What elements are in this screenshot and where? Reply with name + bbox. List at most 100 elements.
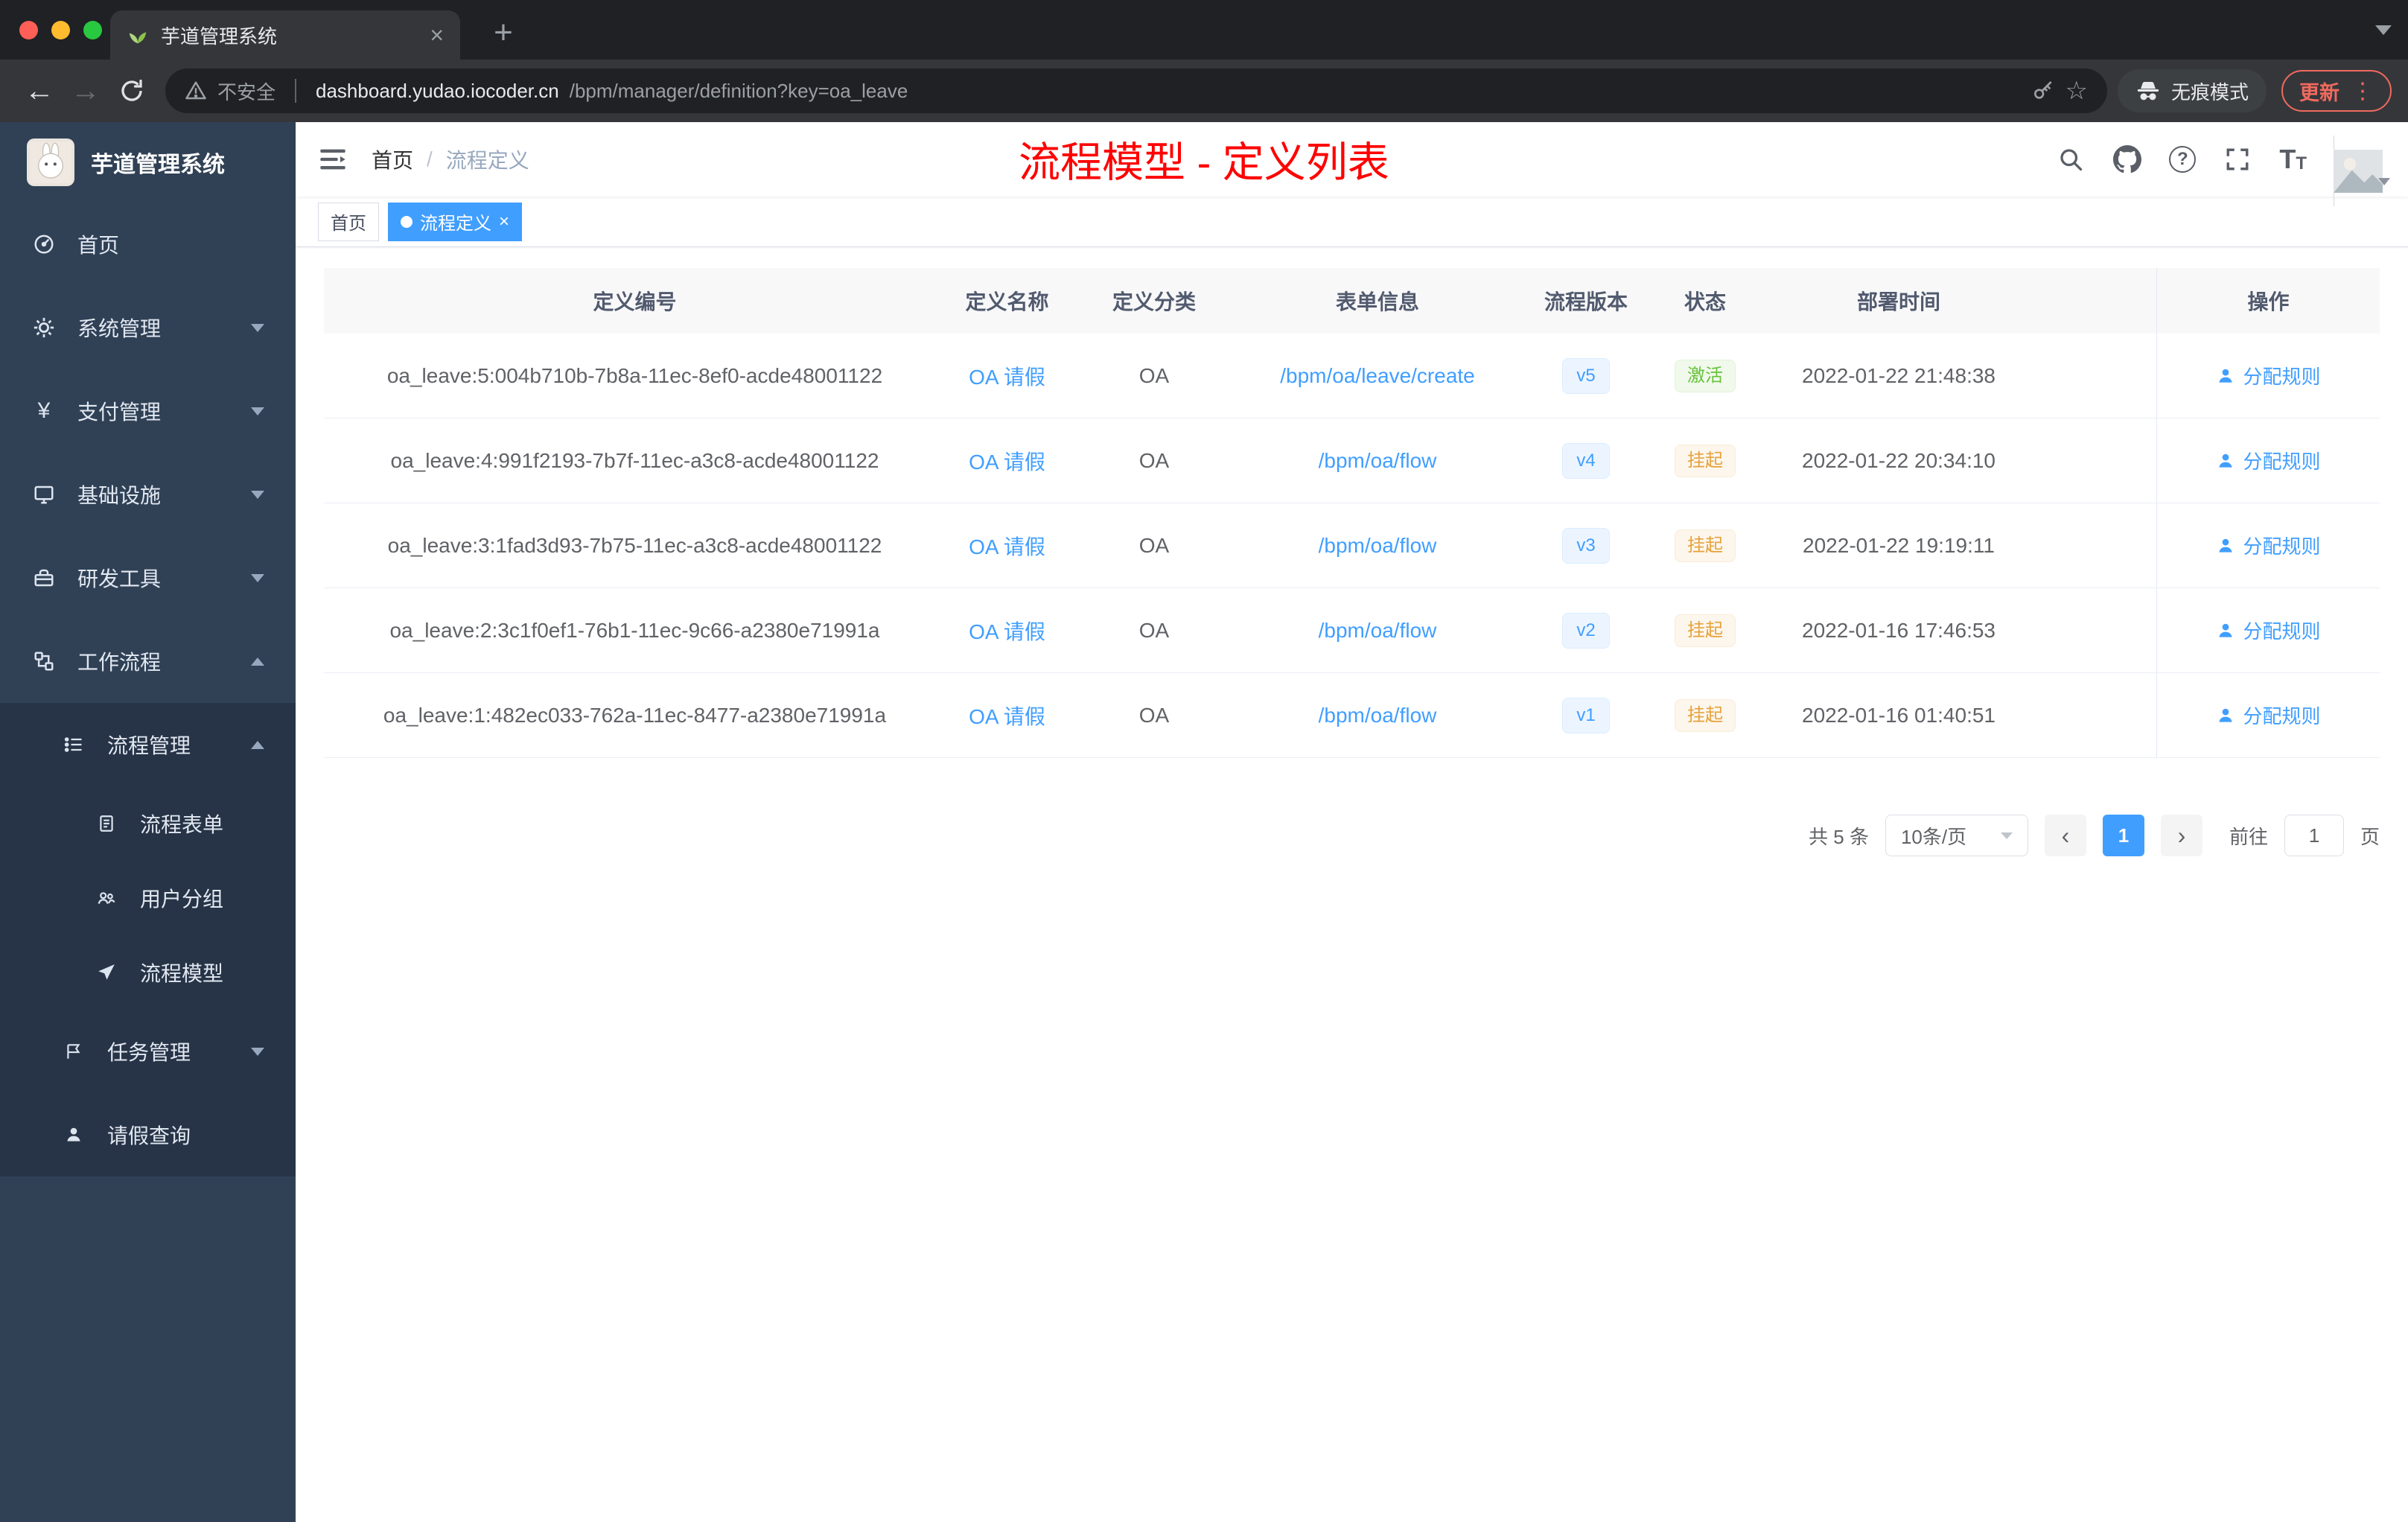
address-bar[interactable]: 不安全 dashboard.yudao.iocoder.cn /bpm/mana… [165,69,2107,113]
breadcrumb-home[interactable]: 首页 [372,144,413,174]
sidebar-item-task-management[interactable]: 任务管理 [0,1010,296,1093]
back-button[interactable]: ← [16,68,63,114]
sidebar-item-label: 研发工具 [77,567,162,590]
definition-name-link[interactable]: OA 请假 [969,361,1045,391]
reload-button[interactable] [109,68,155,114]
sidebar-item-label: 任务管理 [107,1041,191,1064]
browser-tab[interactable]: 芋道管理系统 × [110,10,460,60]
new-tab-button[interactable]: + [482,12,524,54]
sidebar-item-label: 流程模型 [140,962,224,985]
search-icon[interactable] [2056,144,2086,174]
workflow-submenu: 流程管理 流程表单 用户分组 流程模型 任务管理 请假查询 [0,703,296,1176]
form-link[interactable]: /bpm/oa/flow [1319,534,1437,558]
user-avatar [2334,136,2386,206]
fullscreen-icon[interactable] [2223,144,2252,174]
assign-rule-button[interactable]: 分配规则 [2216,362,2321,389]
sidebar-item-leave-query[interactable]: 请假查询 [0,1093,296,1176]
window-zoom-button[interactable] [83,21,102,39]
sidebar-item-process-form[interactable]: 流程表单 [0,786,296,861]
table-row: oa_leave:2:3c1f0ef1-76b1-11ec-9c66-a2380… [324,588,2380,673]
person-icon [61,1125,86,1144]
cell-definition-id: oa_leave:5:004b710b-7b8a-11ec-8ef0-acde4… [386,363,883,387]
window-close-button[interactable] [19,21,38,39]
table-row: oa_leave:3:1fad3d93-7b75-11ec-a3c8-acde4… [324,503,2380,588]
col-header-name: 定义名称 [965,290,1049,313]
security-label[interactable]: 不安全 [217,77,275,105]
update-chrome-button[interactable]: 更新 ⋮ [2281,70,2392,112]
form-link[interactable]: /bpm/oa/flow [1319,619,1437,643]
favicon-icon [127,24,149,46]
browser-tab-strip: 芋道管理系统 × + [0,0,2408,60]
definition-name-link[interactable]: OA 请假 [969,616,1045,646]
version-tag: v4 [1562,442,1610,479]
incognito-badge: 无痕模式 [2117,69,2267,112]
password-key-icon[interactable] [2031,79,2055,103]
assign-rule-button[interactable]: 分配规则 [2216,701,2321,729]
cell-category: OA [1138,363,1170,387]
page-unit-label: 页 [2360,825,2380,848]
definition-name-link[interactable]: OA 请假 [969,701,1045,730]
sidebar-item-devtools[interactable]: 研发工具 [0,536,296,620]
tag-home[interactable]: 首页 [318,202,379,241]
github-icon[interactable] [2112,144,2142,174]
help-icon[interactable]: ? [2169,146,2197,173]
sidebar-item-workflow[interactable]: 工作流程 [0,620,296,703]
sidebar-item-home[interactable]: 首页 [0,203,296,286]
sidebar-logo[interactable]: 芋道管理系统 [0,122,296,203]
next-page-button[interactable]: › [2160,815,2202,856]
goto-page-input[interactable] [2284,815,2344,856]
cell-category: OA [1138,448,1170,472]
user-menu[interactable] [2334,136,2390,206]
status-badge: 激活 [1675,359,1736,392]
tab-close-icon[interactable]: × [430,23,444,47]
assign-rule-button[interactable]: 分配规则 [2216,447,2321,474]
breadcrumb-current: 流程定义 [445,149,529,172]
list-icon [61,734,86,755]
cell-deploy-time: 2022-01-16 17:46:53 [1802,618,1995,642]
omnibox-divider [295,79,297,103]
definition-name-link[interactable]: OA 请假 [969,531,1045,561]
window-minimize-button[interactable] [51,21,70,39]
assign-rule-button[interactable]: 分配规则 [2216,532,2321,559]
cell-definition-id: oa_leave:4:991f2193-7b7f-11ec-a3c8-acde4… [390,448,879,472]
tab-search-chevron-icon[interactable] [2375,25,2392,35]
chevron-down-icon [2000,832,2013,839]
col-header-id: 定义编号 [593,290,677,313]
page-number-button[interactable]: 1 [2102,815,2144,856]
sidebar-item-process-model[interactable]: 流程模型 [0,935,296,1010]
font-size-icon[interactable]: TT [2279,146,2307,173]
sidebar-item-process-management[interactable]: 流程管理 [0,703,296,786]
definition-name-link[interactable]: OA 请假 [969,446,1045,476]
version-tag: v5 [1562,357,1610,394]
gear-icon [31,316,57,339]
tag-close-icon[interactable]: × [499,212,509,231]
table-row: oa_leave:5:004b710b-7b8a-11ec-8ef0-acde4… [324,334,2380,418]
browser-menu-icon[interactable]: ⋮ [2351,78,2374,104]
sidebar-item-system[interactable]: 系统管理 [0,286,296,369]
version-tag: v2 [1562,612,1610,649]
tag-process-definition[interactable]: 流程定义 × [388,202,523,241]
form-link[interactable]: /bpm/oa/flow [1319,704,1437,727]
assign-rule-button[interactable]: 分配规则 [2216,617,2321,644]
col-header-operation: 操作 [2156,268,2380,334]
sidebar-item-label: 请假查询 [107,1124,191,1147]
version-tag: v3 [1562,527,1610,564]
prev-page-button[interactable]: ‹ [2044,815,2086,856]
logo-avatar [27,138,74,186]
sidebar-toggle-icon[interactable] [318,144,348,174]
form-link[interactable]: /bpm/oa/flow [1319,449,1437,473]
cell-definition-id: oa_leave:3:1fad3d93-7b75-11ec-a3c8-acde4… [387,533,882,557]
update-label: 更新 [2299,81,2339,104]
cell-deploy-time: 2022-01-22 19:19:11 [1803,533,1995,557]
sidebar-item-payment[interactable]: ¥ 支付管理 [0,369,296,453]
chevron-up-icon [251,657,264,666]
page-size-value: 10条/页 [1900,825,1967,848]
chevron-down-icon [251,490,264,499]
form-link[interactable]: /bpm/oa/leave/create [1280,364,1475,388]
sidebar-item-infrastructure[interactable]: 基础设施 [0,453,296,536]
goto-label: 前往 [2229,825,2268,848]
bookmark-star-icon[interactable]: ☆ [2065,76,2088,106]
sidebar-item-user-group[interactable]: 用户分组 [0,861,296,935]
sidebar-item-label: 系统管理 [77,317,162,340]
page-size-select[interactable]: 10条/页 [1885,815,2028,856]
